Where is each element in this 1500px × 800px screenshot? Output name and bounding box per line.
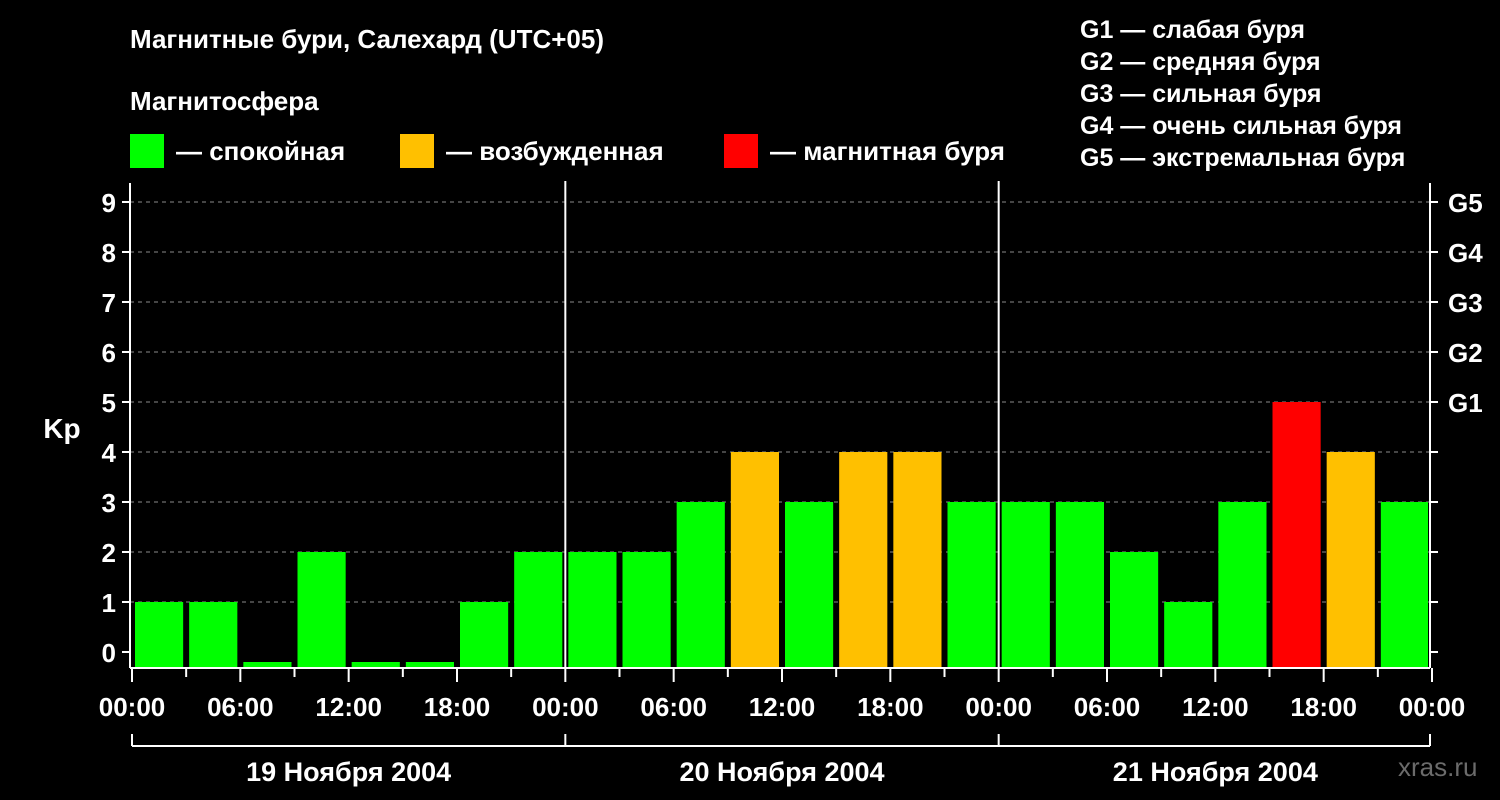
kp-bar <box>1272 402 1321 668</box>
kp-bar <box>893 452 942 668</box>
g-level-label: G1 <box>1448 388 1483 418</box>
kp-bar <box>1110 552 1159 668</box>
kp-bar <box>1055 502 1104 668</box>
day-label: 20 Ноября 2004 <box>679 757 884 787</box>
kp-bar <box>1164 602 1213 668</box>
kp-bar <box>514 552 563 668</box>
kp-bar <box>730 452 779 668</box>
kp-bar <box>135 602 184 668</box>
g-level-label: G2 <box>1448 338 1483 368</box>
g-level-label: G4 <box>1448 238 1483 268</box>
y-axis-label: Kp <box>43 413 80 444</box>
y-tick-label: 2 <box>102 538 116 568</box>
kp-bar <box>1326 452 1375 668</box>
kp-bar <box>622 552 671 668</box>
x-tick-label: 18:00 <box>857 692 924 722</box>
y-tick-label: 1 <box>102 588 116 618</box>
y-tick-label: 5 <box>102 388 116 418</box>
kp-bar <box>1218 502 1267 668</box>
y-tick-label: 6 <box>102 338 116 368</box>
x-tick-label: 12:00 <box>1182 692 1249 722</box>
x-tick-label: 00:00 <box>99 692 166 722</box>
x-tick-label: 06:00 <box>640 692 707 722</box>
y-tick-label: 9 <box>102 188 116 218</box>
y-tick-label: 8 <box>102 238 116 268</box>
x-tick-label: 18:00 <box>1290 692 1357 722</box>
kp-bar <box>297 552 346 668</box>
g-level-label: G3 <box>1448 288 1483 318</box>
x-tick-label: 12:00 <box>749 692 816 722</box>
day-label: 21 Ноября 2004 <box>1113 757 1318 787</box>
x-tick-label: 00:00 <box>1399 692 1466 722</box>
y-tick-label: 3 <box>102 488 116 518</box>
kp-bar <box>189 602 238 668</box>
kp-bar <box>1001 502 1050 668</box>
x-tick-label: 12:00 <box>315 692 382 722</box>
x-tick-label: 06:00 <box>1074 692 1141 722</box>
kp-bar <box>839 452 888 668</box>
x-tick-label: 00:00 <box>532 692 599 722</box>
watermark: xras.ru <box>1398 752 1478 782</box>
kp-bar <box>947 502 996 668</box>
y-tick-label: 4 <box>102 438 117 468</box>
x-tick-label: 06:00 <box>207 692 274 722</box>
kp-bar <box>1380 502 1428 668</box>
kp-bar <box>568 552 617 668</box>
g-level-label: G5 <box>1448 188 1483 218</box>
kp-bar-chart: 0 1 2 3 4 5 6 7 8 9 G1 G2 G3 G4 G5 Kp 00:00 06:00 12:00 18:… <box>43 181 1483 787</box>
y-tick-label: 0 <box>102 638 116 668</box>
y-tick-label: 7 <box>102 288 116 318</box>
kp-bar <box>785 502 834 668</box>
kp-bar <box>460 602 509 668</box>
kp-bar <box>676 502 725 668</box>
x-tick-label: 00:00 <box>965 692 1032 722</box>
x-tick-label: 18:00 <box>424 692 491 722</box>
day-label: 19 Ноября 2004 <box>246 757 451 787</box>
